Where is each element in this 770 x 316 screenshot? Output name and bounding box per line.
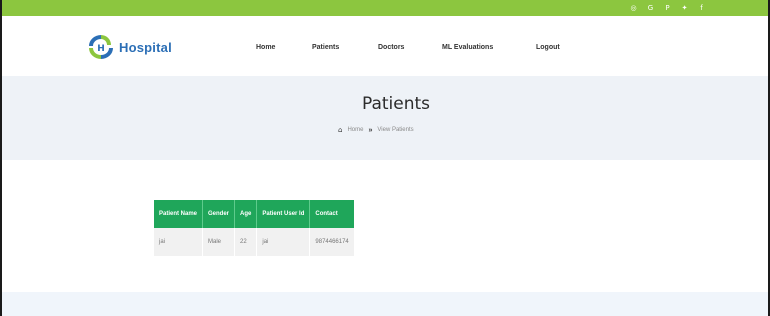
column-header-gender: Gender xyxy=(202,200,236,228)
cell-gender: Male xyxy=(202,228,236,256)
breadcrumb-separator-icon: » xyxy=(368,126,373,134)
cell-patient-user-id: jai xyxy=(256,228,311,256)
column-header-patient-name: Patient Name xyxy=(154,200,204,228)
svg-text:H: H xyxy=(97,44,105,54)
top-strip: ◎ G P ✦ f xyxy=(2,0,768,16)
column-header-patient-user-id: Patient User Id xyxy=(256,200,311,228)
patients-table-wrapper: Patient Name Gender Age Patient User Id … xyxy=(154,200,354,256)
breadcrumb-current: View Patients xyxy=(377,127,414,133)
brand-name: Hospital xyxy=(119,39,172,55)
site-header: H Hospital Home Patients Doctors ML Eval… xyxy=(2,16,768,76)
google-plus-icon[interactable]: G xyxy=(646,4,655,12)
breadcrumb-home[interactable]: Home xyxy=(347,127,363,133)
table-row: jai Male 22 jai 9874466174 xyxy=(154,228,354,256)
twitter-icon[interactable]: ✦ xyxy=(680,4,689,12)
nav-item-logout[interactable]: Logout xyxy=(536,44,560,51)
cell-age: 22 xyxy=(234,228,258,256)
instagram-icon[interactable]: ◎ xyxy=(629,4,638,12)
nav-item-home[interactable]: Home xyxy=(256,44,275,51)
nav-item-ml-evaluations[interactable]: ML Evaluations xyxy=(442,44,493,51)
facebook-icon[interactable]: f xyxy=(697,4,706,12)
patients-table: Patient Name Gender Age Patient User Id … xyxy=(154,200,354,256)
page-banner: Patients ⌂ Home » View Patients xyxy=(2,76,768,160)
table-header-row: Patient Name Gender Age Patient User Id … xyxy=(154,200,354,228)
footer-band xyxy=(2,292,768,316)
nav-item-doctors[interactable]: Doctors xyxy=(378,44,404,51)
cell-contact: 9874466174 xyxy=(309,228,354,256)
home-icon: ⌂ xyxy=(338,126,343,134)
pinterest-icon[interactable]: P xyxy=(663,4,672,12)
breadcrumb: ⌂ Home » View Patients xyxy=(338,126,414,134)
page-title: Patients xyxy=(361,94,431,114)
column-header-contact: Contact xyxy=(309,200,354,228)
nav-item-patients[interactable]: Patients xyxy=(312,44,339,51)
column-header-age: Age xyxy=(234,200,258,228)
hospital-logo-icon: H xyxy=(89,35,113,59)
logo[interactable]: H Hospital xyxy=(86,33,172,61)
cell-patient-name: jai xyxy=(154,228,204,256)
social-links: ◎ G P ✦ f xyxy=(629,4,706,12)
